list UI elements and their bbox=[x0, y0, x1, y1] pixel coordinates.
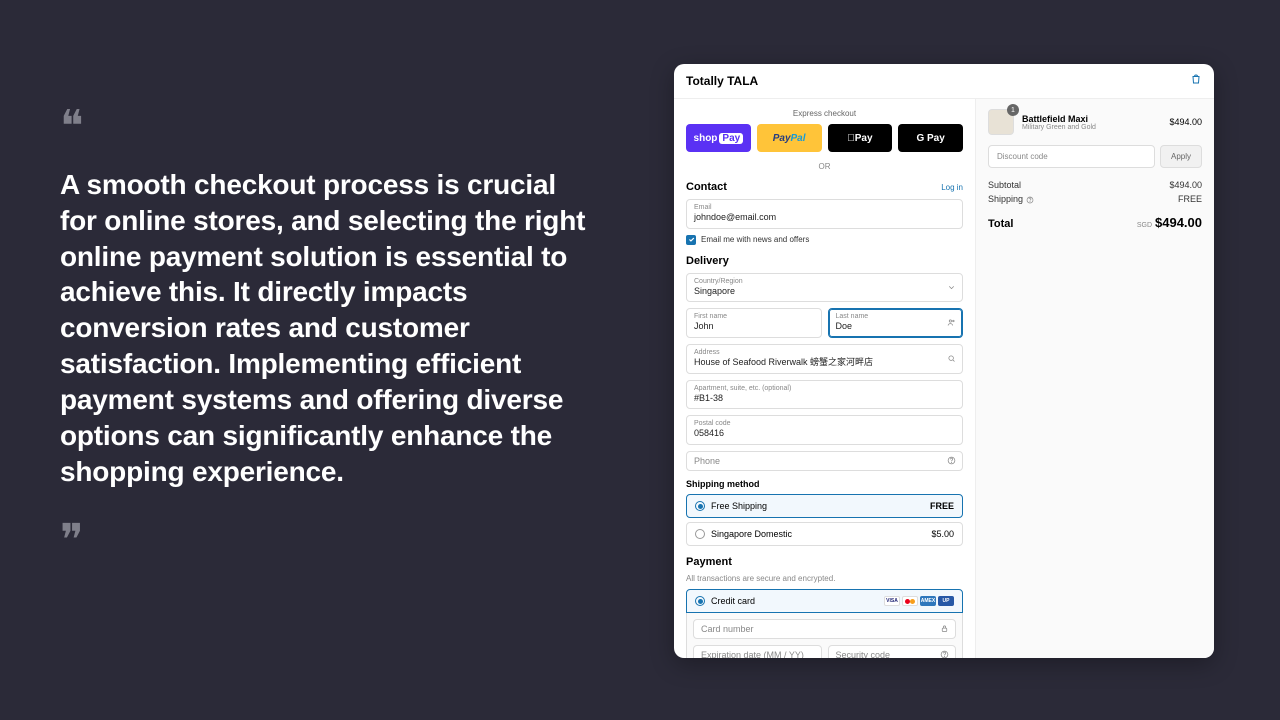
postal-field[interactable]: Postal code 058416 bbox=[686, 415, 963, 445]
help-icon[interactable] bbox=[947, 452, 956, 470]
store-brand: Totally TALA bbox=[686, 74, 758, 88]
quote-text: A smooth checkout process is crucial for… bbox=[60, 167, 600, 489]
help-icon[interactable] bbox=[940, 646, 949, 658]
radio-on-icon bbox=[695, 596, 705, 606]
shipping-method-heading: Shipping method bbox=[686, 479, 963, 489]
checkout-panel: Totally TALA Express checkout shopPay Pa… bbox=[674, 64, 1214, 658]
or-divider: OR bbox=[686, 162, 963, 171]
delivery-heading: Delivery bbox=[686, 255, 729, 267]
total-currency: SGD bbox=[1137, 222, 1152, 229]
address-field[interactable]: Address House of Seafood Riverwalk 螃蟹之家河… bbox=[686, 344, 963, 374]
payment-heading: Payment bbox=[686, 556, 732, 568]
bag-icon[interactable] bbox=[1190, 72, 1202, 90]
news-label: Email me with news and offers bbox=[701, 235, 809, 244]
help-icon[interactable] bbox=[1026, 194, 1034, 204]
last-name-field[interactable]: Last name Doe bbox=[828, 308, 964, 338]
card-number-field[interactable]: Card number bbox=[693, 619, 956, 639]
visa-icon: VISA bbox=[884, 596, 900, 606]
item-price: $494.00 bbox=[1169, 117, 1202, 127]
cart-item: 1 Battlefield Maxi Military Green and Go… bbox=[988, 109, 1202, 135]
total-amount: $494.00 bbox=[1155, 215, 1202, 230]
payment-note: All transactions are secure and encrypte… bbox=[686, 574, 963, 583]
credit-card-option[interactable]: Credit card VISA AMEX UP bbox=[686, 589, 963, 613]
google-pay-button[interactable]: G Pay bbox=[898, 124, 963, 152]
radio-on-icon bbox=[695, 501, 705, 511]
total-label: Total bbox=[988, 218, 1013, 230]
expiration-field[interactable]: Expiration date (MM / YY) bbox=[693, 645, 822, 658]
contact-heading: Contact bbox=[686, 181, 727, 193]
lock-icon bbox=[940, 620, 949, 638]
amex-icon: AMEX bbox=[920, 596, 936, 606]
paypal-button[interactable]: PayPal bbox=[757, 124, 822, 152]
quantity-badge: 1 bbox=[1007, 104, 1019, 116]
email-field[interactable]: Email johndoe@email.com bbox=[686, 199, 963, 229]
subtotal-label: Subtotal bbox=[988, 180, 1021, 190]
search-icon[interactable] bbox=[947, 350, 956, 368]
item-name: Battlefield Maxi bbox=[1022, 114, 1161, 124]
chevron-down-icon bbox=[947, 279, 956, 297]
shipping-option-free[interactable]: Free Shipping FREE bbox=[686, 494, 963, 518]
item-variant: Military Green and Gold bbox=[1022, 124, 1161, 131]
express-checkout-label: Express checkout bbox=[686, 109, 963, 118]
apple-pay-button[interactable]:  Pay bbox=[828, 124, 893, 152]
unionpay-icon: UP bbox=[938, 596, 954, 606]
quote-block: ❝ A smooth checkout process is crucial f… bbox=[60, 105, 600, 563]
shipping-option-domestic[interactable]: Singapore Domestic $5.00 bbox=[686, 522, 963, 546]
security-code-field[interactable]: Security code bbox=[828, 645, 957, 658]
discount-input[interactable]: Discount code bbox=[988, 145, 1155, 168]
subtotal-value: $494.00 bbox=[1169, 180, 1202, 190]
apartment-field[interactable]: Apartment, suite, etc. (optional) #B1-38 bbox=[686, 380, 963, 410]
first-name-field[interactable]: First name John bbox=[686, 308, 822, 338]
mastercard-icon bbox=[902, 596, 918, 606]
shipping-label: Shipping bbox=[988, 194, 1034, 204]
phone-field[interactable]: Phone bbox=[686, 451, 963, 471]
news-checkbox[interactable] bbox=[686, 235, 696, 245]
shop-pay-button[interactable]: shopPay bbox=[686, 124, 751, 152]
quote-open-icon: ❝ bbox=[60, 105, 600, 149]
country-select[interactable]: Country/Region Singapore bbox=[686, 273, 963, 303]
shipping-value: FREE bbox=[1178, 194, 1202, 204]
login-link[interactable]: Log in bbox=[941, 183, 963, 192]
quote-close-icon: ❞ bbox=[60, 519, 600, 563]
contacts-icon[interactable] bbox=[947, 314, 956, 332]
radio-off-icon bbox=[695, 529, 705, 539]
apply-button[interactable]: Apply bbox=[1160, 145, 1202, 168]
